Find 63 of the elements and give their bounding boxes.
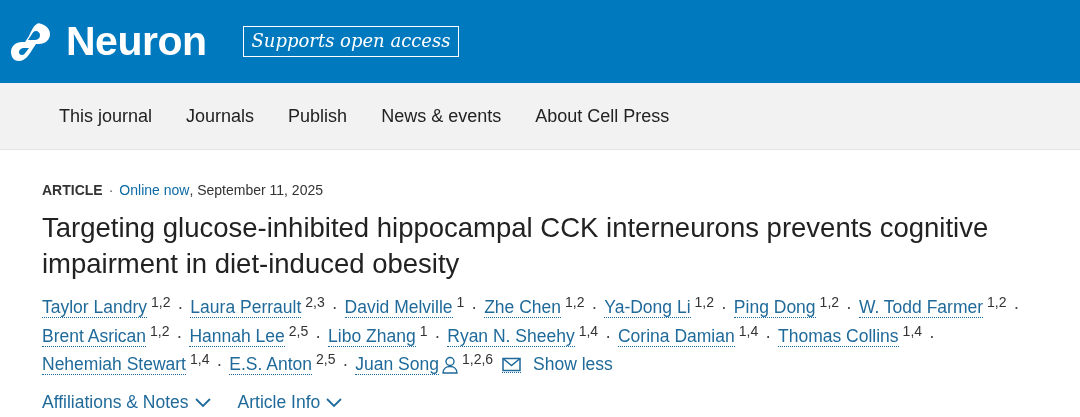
affiliation-number: 1,2,6 xyxy=(461,350,494,369)
author-link[interactable]: Libo Zhang xyxy=(328,326,416,347)
section-toggle[interactable]: Article Info xyxy=(237,391,344,413)
author-link[interactable]: Laura Perrault xyxy=(190,298,302,318)
author-link[interactable]: Juan Song xyxy=(355,355,439,375)
article-type: ARTICLE xyxy=(42,182,103,198)
journal-logo[interactable]: Neuron xyxy=(66,18,207,65)
author-link[interactable]: E.S. Anton xyxy=(229,355,312,375)
separator-dot: · xyxy=(177,296,184,319)
separator-dot: · xyxy=(929,324,935,348)
article-title: Targeting glucose-inhibited hippocampal CCK interneurons prevents cognitive impairment in diet-induced obesity xyxy=(42,211,990,281)
author-link[interactable]: Zhe Chen xyxy=(484,298,561,318)
separator-dot: · xyxy=(591,296,598,319)
nav-link[interactable]: This journal xyxy=(42,105,170,127)
separator-dot: · xyxy=(721,296,727,319)
mail-icon[interactable] xyxy=(502,357,522,374)
separator-dot: · xyxy=(765,324,771,348)
affiliation-number: 1,2 xyxy=(694,293,715,312)
separator-dot: · xyxy=(331,296,338,319)
nav-link[interactable]: Journals xyxy=(169,105,272,127)
nav-link[interactable]: About Cell Press xyxy=(518,105,687,127)
affiliation-number: 1,2 xyxy=(150,321,170,341)
affiliation-number: 1,4 xyxy=(738,321,759,341)
affiliation-number: 2,5 xyxy=(288,321,309,341)
author-link[interactable]: Thomas Collins xyxy=(778,326,899,347)
affiliation-number: 2,5 xyxy=(315,350,336,369)
separator-dot: · xyxy=(1013,296,1020,319)
separator-dot: · xyxy=(605,324,611,348)
separator-dot: · xyxy=(846,296,852,319)
separator-dot: · xyxy=(315,324,322,348)
affiliation-number: 1,2 xyxy=(151,293,171,312)
author-link[interactable]: Ryan N. Sheehy xyxy=(447,326,575,347)
affiliation-number: 1,4 xyxy=(902,321,923,341)
author-link[interactable]: Hannah Lee xyxy=(189,326,285,347)
author-link[interactable]: W. Todd Farmer xyxy=(858,298,984,318)
separator-dot: · xyxy=(434,324,441,348)
affiliation-number: 1,2 xyxy=(565,293,585,312)
author-link[interactable]: Nehemiah Stewart xyxy=(42,355,186,375)
nav-link[interactable]: Publish xyxy=(271,105,365,127)
separator-dot: · xyxy=(176,324,183,348)
online-now-link[interactable]: Online now xyxy=(119,182,190,198)
separator-dot: · xyxy=(471,296,478,319)
author-link[interactable]: Brent Asrican xyxy=(42,326,147,347)
author-link[interactable]: Ping Dong xyxy=(733,298,816,318)
author-link[interactable]: Corina Damian xyxy=(618,326,735,347)
show-less-link[interactable]: Show less xyxy=(533,351,613,379)
affiliation-number: 1,2 xyxy=(819,293,840,312)
open-access-badge: Supports open access xyxy=(242,26,460,57)
separator-dot: · xyxy=(108,182,114,198)
author-link[interactable]: David Melville xyxy=(344,298,453,318)
affiliation-number: 1 xyxy=(456,293,465,312)
affiliation-number: 1,2 xyxy=(987,293,1007,312)
affiliation-number: 2,3 xyxy=(305,293,325,312)
separator-dot: · xyxy=(342,353,349,376)
section-toggle[interactable]: Affiliations & Notes xyxy=(42,391,212,413)
affiliation-number: 1 xyxy=(419,321,428,341)
nav-link[interactable]: News & events xyxy=(364,105,519,127)
affiliation-number: 1,4 xyxy=(578,321,599,341)
affiliation-number: 1,4 xyxy=(189,350,210,369)
separator-dot: · xyxy=(216,353,223,376)
author-link[interactable]: Ya-Dong Li xyxy=(604,298,691,318)
publication-date: , September 11, 2025 xyxy=(189,182,323,198)
author-link[interactable]: Taylor Landry xyxy=(42,298,148,318)
